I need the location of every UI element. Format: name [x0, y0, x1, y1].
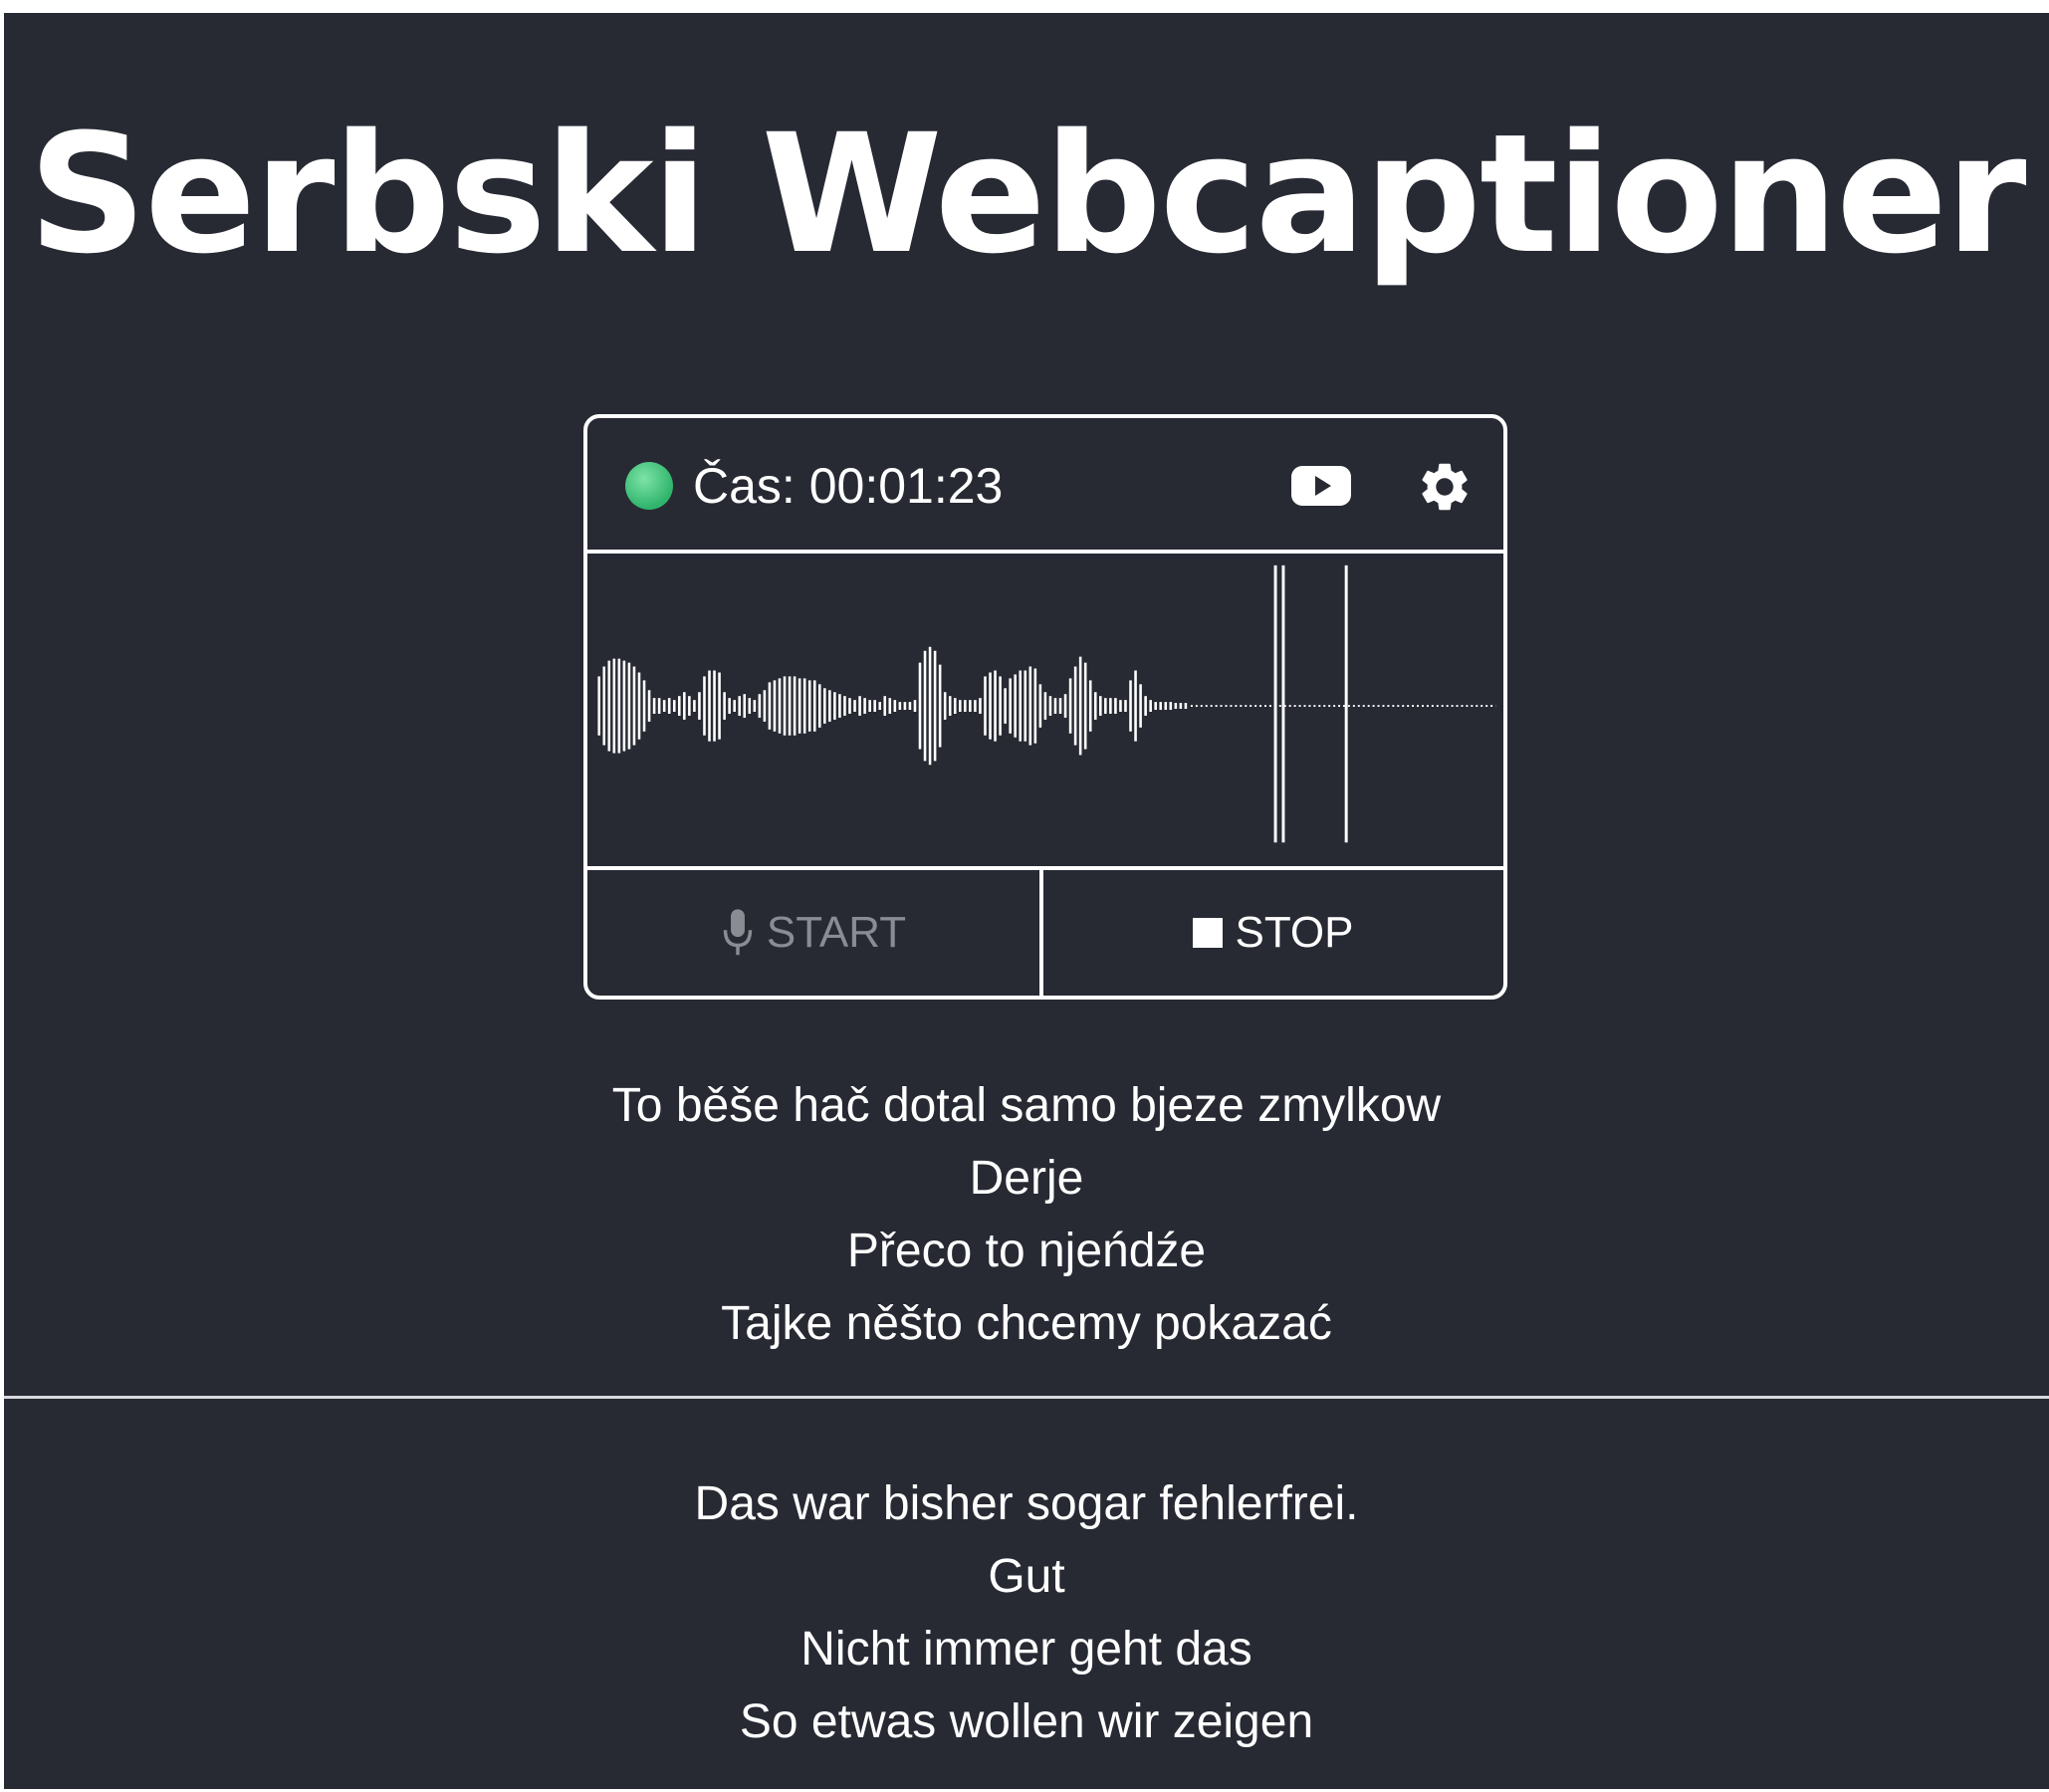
german-translation: Das war bisher sogar fehlerfrei. Gut Nic…	[4, 1467, 2049, 1758]
audio-waveform	[587, 564, 1503, 870]
page-title: Serbski Webcaptioner	[28, 99, 2026, 290]
stop-icon	[1193, 918, 1224, 948]
youtube-icon[interactable]	[1290, 462, 1352, 510]
recorder-header: Čas: 00:01:23	[587, 418, 1503, 554]
recorder-controls: START STOP	[587, 870, 1503, 996]
caption-line: To běše hač dotal samo bjeze zmylkow	[611, 1079, 1442, 1132]
app-page: Serbski Webcaptioner Čas: 00:01:23 START…	[4, 13, 2049, 1789]
recorder-panel: Čas: 00:01:23 START STOP	[583, 414, 1507, 1000]
section-divider	[4, 1396, 2049, 1399]
translation-line: Gut	[988, 1550, 1065, 1603]
caption-line: Tajke něšto chcemy pokazać	[721, 1297, 1332, 1350]
gear-icon[interactable]	[1416, 458, 1474, 516]
stop-button-label: STOP	[1235, 908, 1354, 957]
sorbian-captions: To běše hač dotal samo bjeze zmylkow Der…	[4, 1069, 2049, 1360]
start-button-label: START	[766, 908, 907, 957]
microphone-icon	[723, 909, 753, 956]
translation-line: So etwas wollen wir zeigen	[739, 1695, 1314, 1748]
start-button[interactable]: START	[587, 870, 1043, 996]
translation-line: Nicht immer geht das	[800, 1623, 1252, 1676]
caption-line: Derje	[969, 1152, 1084, 1205]
caption-line: Přeco to njeńdźe	[846, 1225, 1207, 1277]
recording-status-indicator	[625, 462, 673, 510]
stop-button[interactable]: STOP	[1045, 870, 1501, 996]
elapsed-time: Čas: 00:01:23	[693, 458, 1004, 514]
translation-line: Das war bisher sogar fehlerfrei.	[694, 1477, 1359, 1530]
